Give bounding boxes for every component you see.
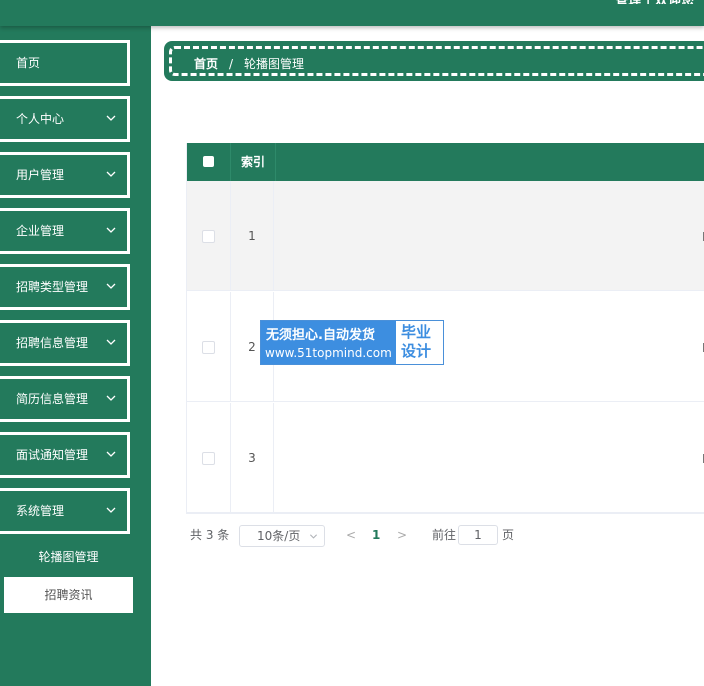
top-user-text: 管理 | 欢迎您 [615,0,694,4]
select-all-checkbox[interactable] [203,156,214,167]
chevron-down-icon [106,227,116,233]
chevron-down-icon [106,339,116,345]
column-header-index: 索引 [230,143,276,181]
breadcrumb-current: 轮播图管理 [244,57,305,71]
row-checkbox[interactable] [202,230,215,243]
watermark-left: 无须担心.自动发货 www.51topmind.com [261,321,396,364]
row-checkbox[interactable] [202,341,215,354]
sidebar-item-label: 首页 [16,56,41,70]
breadcrumb: 首页 / 轮播图管理 [164,41,704,81]
sidebar-item-label: 企业管理 [16,224,65,238]
sidebar-item-label: 个人中心 [16,112,65,126]
table-row: 1 [187,181,704,291]
sidebar-item-job-type-management[interactable]: 招聘类型管理 [0,264,130,310]
sidebar-item-interview-notice-management[interactable]: 面试通知管理 [0,432,130,478]
row-index: 1 [230,181,274,291]
pagination: 共 3 条 10条/页 < 1 > 前往 页 [190,524,704,548]
table-header: 索引 [187,143,704,181]
chevron-down-icon [106,171,116,177]
sidebar-item-user-management[interactable]: 用户管理 [0,152,130,198]
chevron-down-icon [106,395,116,401]
sidebar-item-label: 系统管理 [16,504,65,518]
sidebar-item-label: 招聘信息管理 [16,336,89,350]
submenu-item-carousel-management[interactable]: 轮播图管理 [4,539,133,575]
breadcrumb-home-link[interactable]: 首页 [194,49,218,79]
chevron-down-icon [106,283,116,289]
sidebar-item-resume-management[interactable]: 简历信息管理 [0,376,130,422]
goto-label: 前往 [432,528,457,542]
sidebar-item-label: 用户管理 [16,168,65,182]
row-index: 3 [230,403,274,513]
goto-page-input[interactable] [458,525,498,545]
page-size-value: 10条/页 [257,529,301,543]
chevron-down-icon [106,115,116,121]
sidebar-item-label: 招聘类型管理 [16,280,89,294]
breadcrumb-inner: 首页 / 轮播图管理 [169,46,704,76]
watermark-badge: 无须担心.自动发货 www.51topmind.com 毕业 设计 [260,320,444,365]
page-size-select[interactable]: 10条/页 [239,525,325,547]
breadcrumb-separator: / [229,57,234,71]
watermark-line2: www.51topmind.com [265,346,392,360]
table-row: 3 [187,403,704,513]
chevron-down-icon [106,507,116,513]
submenu-item-job-news[interactable]: 招聘资讯 [4,577,133,613]
sidebar-item-label: 简历信息管理 [16,392,89,406]
sidebar-item-system-management[interactable]: 系统管理 [0,488,130,534]
watermark-right-line2: 设计 [401,342,432,360]
prev-page-button[interactable]: < [346,524,356,546]
goto-page-suffix: 页 [502,528,515,542]
sidebar-item-company-management[interactable]: 企业管理 [0,208,130,254]
pagination-total: 共 3 条 [190,528,230,542]
top-bar: 管理 | 欢迎您 [0,0,704,26]
chevron-down-icon [309,534,318,539]
system-submenu: 轮播图管理 招聘资讯 [4,539,133,613]
watermark-right: 毕业 设计 [401,323,441,361]
sidebar-item-label: 面试通知管理 [16,448,89,462]
next-page-button[interactable]: > [397,524,407,546]
sidebar-item-home[interactable]: 首页 [0,40,130,86]
page-number-current[interactable]: 1 [372,524,380,546]
watermark-line1: 无须担心.自动发货 [266,328,375,343]
sidebar-item-personal-center[interactable]: 个人中心 [0,96,130,142]
sidebar-item-job-info-management[interactable]: 招聘信息管理 [0,320,130,366]
watermark-right-line1: 毕业 [401,323,432,341]
chevron-down-icon [106,451,116,457]
row-checkbox[interactable] [202,452,215,465]
